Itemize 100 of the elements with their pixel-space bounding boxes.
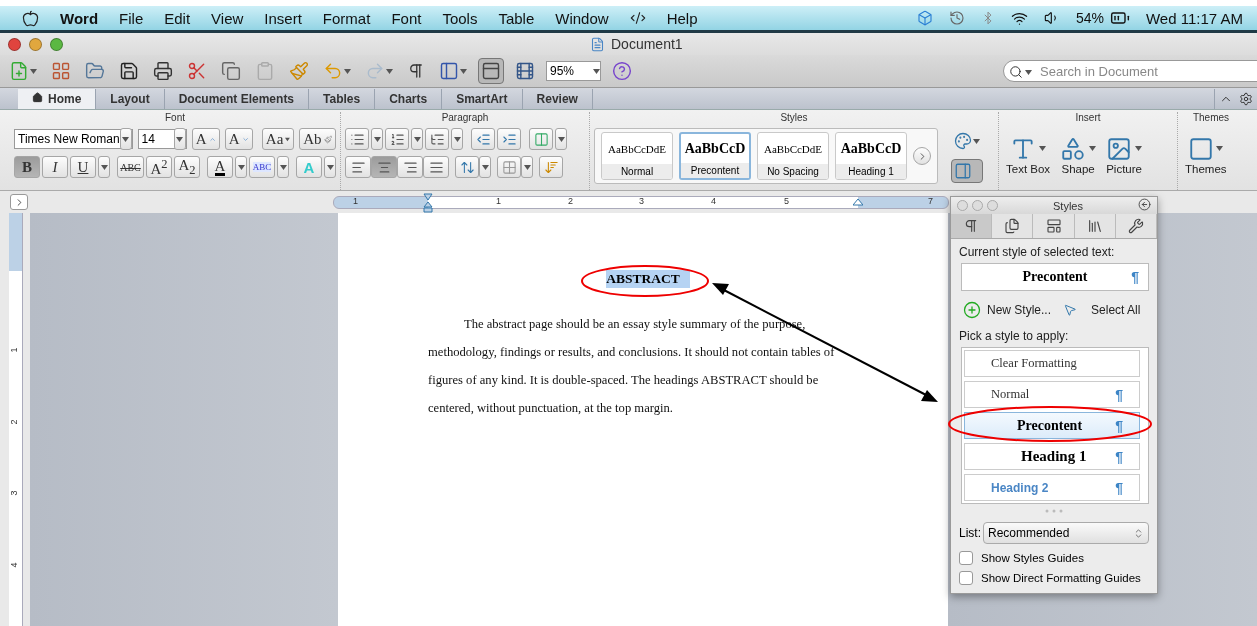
menu-item[interactable]: Window: [555, 9, 609, 27]
select-all-link[interactable]: Select All: [1091, 303, 1141, 317]
pane-tab[interactable]: [992, 214, 1034, 238]
pane-tab[interactable]: [1074, 214, 1116, 238]
search-field[interactable]: Search in Document: [1003, 60, 1257, 82]
style-item[interactable]: Clear Formatting: [964, 350, 1140, 377]
list-select[interactable]: Recommended: [983, 522, 1149, 544]
line-spacing-button[interactable]: [455, 156, 479, 178]
ribbon-tab[interactable]: Charts: [375, 89, 443, 109]
format-button[interactable]: A: [207, 156, 233, 178]
dropdown-button[interactable]: [98, 156, 110, 178]
insert-button[interactable]: Picture: [1103, 135, 1146, 175]
close-button[interactable]: [8, 37, 21, 51]
style-item[interactable]: Heading 1 ¶: [964, 443, 1140, 470]
font-size-select[interactable]: 14: [137, 129, 187, 149]
tab-stop-button[interactable]: [10, 194, 28, 210]
pane-tab[interactable]: [1033, 214, 1075, 238]
next-styles-button[interactable]: [913, 147, 931, 165]
dropdown-button[interactable]: [521, 156, 533, 178]
resize-handle-icon[interactable]: [1044, 509, 1064, 513]
new-style-link[interactable]: New Style...: [987, 303, 1052, 317]
ribbon-tab[interactable]: Home: [18, 89, 97, 109]
checkbox[interactable]: [959, 571, 973, 585]
themes-button[interactable]: Themes: [1182, 135, 1230, 175]
group-title: Insert: [1074, 112, 1102, 125]
alignment-button[interactable]: [423, 156, 449, 178]
format-button[interactable]: A$_{2}$: [174, 156, 200, 178]
increase-indent-button[interactable]: [497, 128, 521, 150]
format-button[interactable]: A$^{2}$: [146, 156, 172, 178]
menu-item[interactable]: Tools: [442, 9, 478, 27]
menu-item[interactable]: Insert: [264, 9, 302, 27]
dropdown-button[interactable]: [555, 128, 567, 150]
decrease-indent-button[interactable]: [471, 128, 495, 150]
insert-button[interactable]: Shape: [1057, 135, 1100, 175]
right-indent-icon[interactable]: [853, 199, 863, 207]
format-button[interactable]: ABC: [117, 156, 144, 178]
select-pointer-icon[interactable]: [1063, 303, 1078, 317]
ribbon-tab[interactable]: Document Elements: [164, 89, 310, 109]
sort-button[interactable]: [539, 156, 563, 178]
zoom-select[interactable]: 95%: [546, 61, 601, 81]
pane-tab[interactable]: [951, 214, 993, 238]
dropdown-button[interactable]: [173, 128, 186, 150]
menu-item[interactable]: Font: [391, 9, 422, 27]
settings-icon[interactable]: [1239, 92, 1253, 106]
style-item[interactable]: Normal ¶: [964, 381, 1140, 408]
alignment-button[interactable]: [397, 156, 423, 178]
ribbon-tab[interactable]: SmartArt: [442, 89, 523, 109]
dropdown-button[interactable]: [411, 128, 423, 150]
menu-item[interactable]: Format: [322, 9, 371, 27]
format-button[interactable]: B: [14, 156, 40, 178]
checkbox[interactable]: [959, 551, 973, 565]
font-button[interactable]: Ab: [299, 128, 336, 150]
pane-title: Styles: [1052, 199, 1084, 212]
font-button[interactable]: A: [224, 128, 253, 150]
pane-icon: [954, 162, 972, 180]
menu-item[interactable]: Table: [498, 9, 535, 27]
vertical-ruler[interactable]: 1 2 3 4: [9, 213, 23, 626]
dropdown-button[interactable]: [479, 156, 491, 178]
numbering-button[interactable]: [385, 128, 409, 150]
app-menu[interactable]: Word: [60, 9, 99, 27]
dropdown-button[interactable]: [451, 128, 463, 150]
ribbon-tab[interactable]: Tables: [309, 89, 376, 109]
format-button[interactable]: I: [42, 156, 68, 178]
menu-item[interactable]: View: [211, 9, 244, 27]
menu-item[interactable]: File: [119, 9, 144, 27]
clock[interactable]: Wed 11:17 AM: [1146, 9, 1243, 27]
style-card[interactable]: AaBbCcD Precontent: [679, 132, 751, 180]
dropdown-button[interactable]: [324, 156, 336, 178]
dropdown-button[interactable]: [119, 128, 132, 150]
ribbon-tab[interactable]: Layout: [96, 89, 165, 109]
font-button[interactable]: Aa: [261, 128, 295, 150]
styles-pane-button[interactable]: [951, 159, 983, 183]
style-card[interactable]: AaBbCcDdE No Spacing: [757, 132, 829, 180]
font-button[interactable]: A: [191, 128, 220, 150]
back-icon[interactable]: [1138, 197, 1151, 211]
bullets-button[interactable]: [345, 128, 369, 150]
alignment-button[interactable]: [345, 156, 371, 178]
dropdown-button[interactable]: [371, 128, 383, 150]
format-button[interactable]: U: [70, 156, 96, 178]
menu-item[interactable]: Edit: [164, 9, 191, 27]
time-machine-icon[interactable]: [948, 10, 965, 26]
style-item[interactable]: Precontent ¶: [964, 412, 1140, 439]
multilevel-list-button[interactable]: [425, 128, 449, 150]
zoom-button[interactable]: [50, 37, 63, 51]
font-name-select[interactable]: Times New Roman: [14, 129, 133, 149]
alignment-button[interactable]: [371, 156, 397, 178]
ribbon-tab[interactable]: Review: [522, 89, 593, 109]
style-item[interactable]: Heading 2 ¶: [964, 474, 1140, 501]
add-icon[interactable]: [963, 301, 981, 319]
style-card[interactable]: AaBbCcD Heading 1: [835, 132, 907, 180]
dropdown-button[interactable]: [235, 156, 247, 178]
toolbox-button[interactable]: [478, 58, 504, 84]
dropdown-button[interactable]: [277, 156, 289, 178]
insert-button[interactable]: Text Box: [1003, 135, 1054, 175]
pane-tab[interactable]: [1115, 214, 1157, 238]
style-card[interactable]: AaBbCcDdE Normal: [601, 132, 673, 180]
minimize-button[interactable]: [29, 37, 42, 51]
menu-item[interactable]: Help: [666, 9, 698, 27]
indent-marker-icon[interactable]: [423, 193, 433, 213]
format-button[interactable]: ABC: [249, 156, 275, 178]
